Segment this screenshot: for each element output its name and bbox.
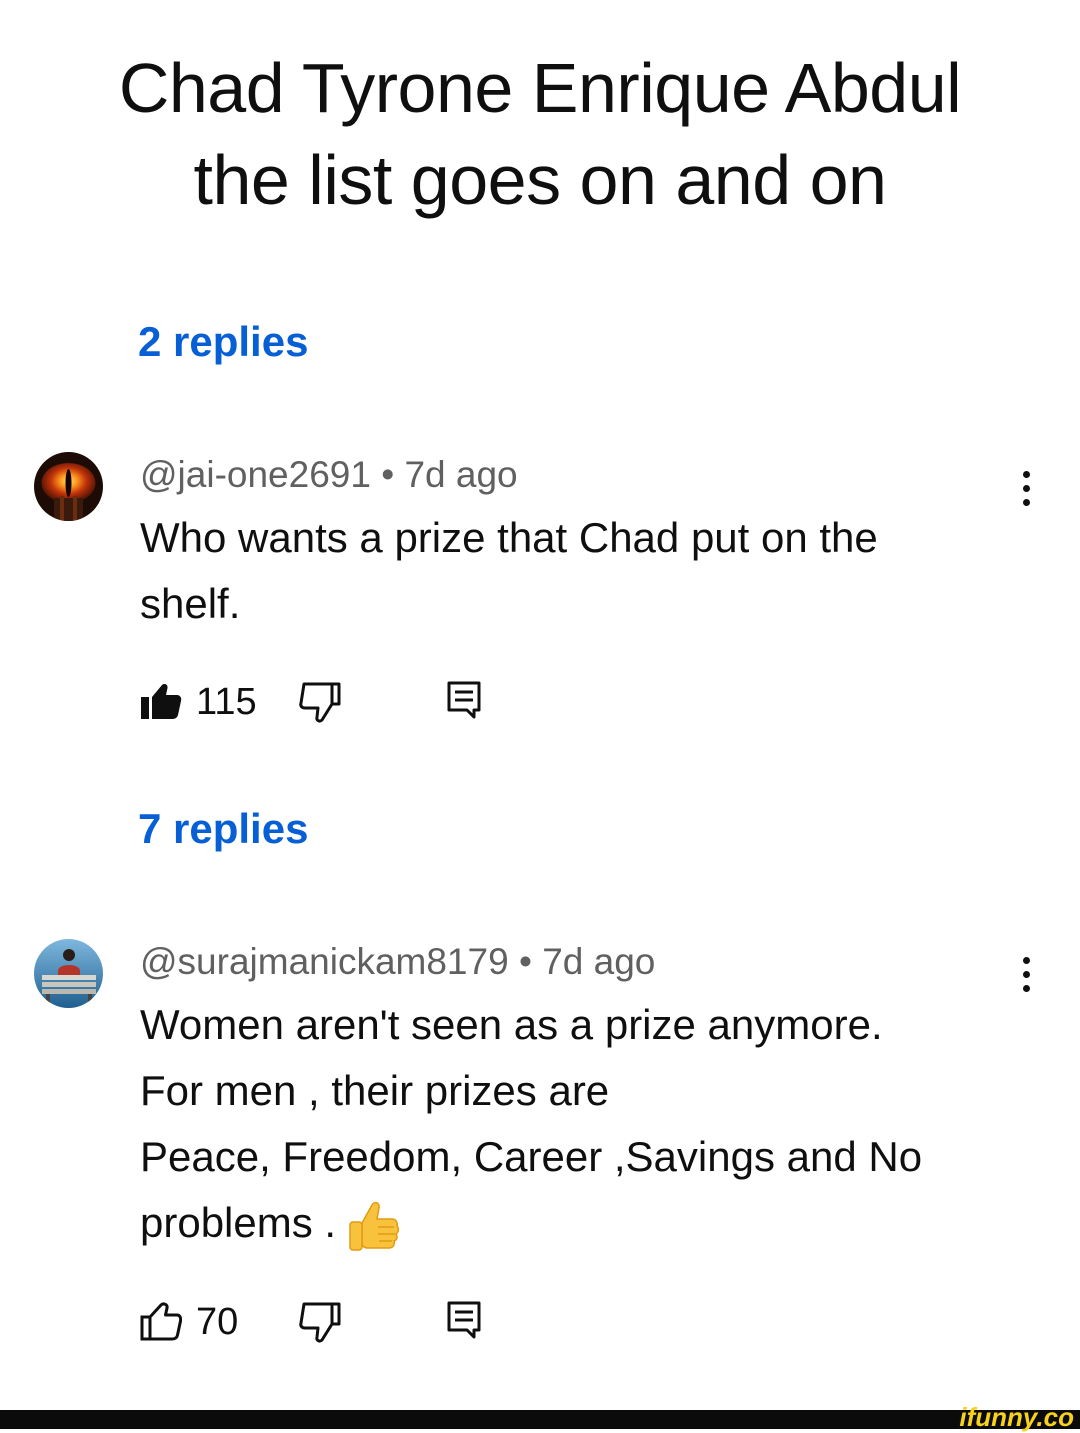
more-dot-icon (1022, 484, 1030, 492)
like-outline-icon[interactable] (140, 1300, 182, 1342)
like-filled-icon[interactable] (140, 680, 182, 722)
ifunny-watermark: ifunny.co (959, 1402, 1074, 1432)
comment-age: 7d ago (542, 941, 656, 982)
comment-meta: @jai-one2691 • 7d ago (140, 454, 518, 496)
avatar[interactable] (34, 939, 103, 1008)
footer-bar (0, 1410, 1080, 1429)
like-count: 115 (196, 681, 257, 723)
replies-link[interactable]: 7 replies (138, 805, 308, 853)
reply-icon[interactable] (446, 680, 482, 720)
comment-text-line: problems . (140, 1190, 1000, 1256)
eye-of-sauron-avatar-icon (34, 452, 103, 521)
comment-more-button[interactable] (1008, 464, 1044, 512)
comment-text-line: shelf. (140, 580, 241, 627)
post-title-line-1: Chad Tyrone Enrique Abdul (118, 49, 962, 127)
more-dot-icon (1022, 470, 1030, 478)
comment-body: Women aren't seen as a prize anymore. Fo… (140, 992, 1000, 1256)
dislike-icon[interactable] (298, 680, 342, 724)
more-dot-icon (1022, 956, 1030, 964)
thumbs-up-emoji-icon (349, 1201, 399, 1251)
avatar[interactable] (34, 452, 103, 521)
comment-text-line: For men , their prizes are (140, 1067, 610, 1114)
man-on-bench-avatar-icon (34, 939, 103, 1008)
meta-separator: • (508, 941, 543, 982)
meta-separator: • (370, 454, 405, 495)
comment-text-span: problems . (140, 1199, 348, 1246)
more-dot-icon (1022, 984, 1030, 992)
comment-author[interactable]: @surajmanickam8179 (140, 941, 509, 982)
comment-text-line: Who wants a prize that Chad put on the (140, 514, 878, 561)
like-count: 70 (196, 1301, 239, 1343)
comment-meta: @surajmanickam8179 • 7d ago (140, 941, 655, 983)
comment-body: Who wants a prize that Chad put on the s… (140, 505, 1000, 637)
reply-icon[interactable] (446, 1300, 482, 1340)
comment-age: 7d ago (404, 454, 518, 495)
comment-text-line: Peace, Freedom, Career ,Savings and No (140, 1133, 923, 1180)
dislike-icon[interactable] (298, 1300, 342, 1344)
comment-actions: 70 (140, 1300, 500, 1344)
more-dot-icon (1022, 498, 1030, 506)
comment-actions: 115 (140, 680, 500, 724)
replies-link[interactable]: 2 replies (138, 318, 308, 366)
comment-more-button[interactable] (1008, 950, 1044, 998)
more-dot-icon (1022, 970, 1030, 978)
comment-text-line: Women aren't seen as a prize anymore. (140, 1001, 883, 1048)
comment-author[interactable]: @jai-one2691 (140, 454, 371, 495)
post-title-line-2: the list goes on and on (193, 141, 887, 219)
